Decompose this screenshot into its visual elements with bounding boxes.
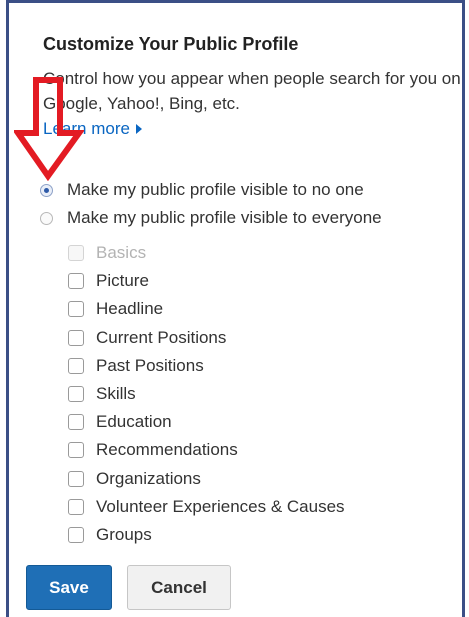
section-education[interactable]: Education	[68, 408, 345, 436]
section-recommendations[interactable]: Recommendations	[68, 436, 345, 464]
section-current-positions[interactable]: Current Positions	[68, 324, 345, 352]
section-label: Groups	[96, 524, 152, 544]
radio-everyone[interactable]	[40, 211, 53, 225]
checkbox-education[interactable]	[68, 414, 84, 431]
section-basics: Basics	[68, 239, 345, 267]
section-label: Volunteer Experiences & Causes	[96, 496, 345, 516]
checkbox-past-positions[interactable]	[68, 357, 84, 374]
checkbox-basics	[68, 245, 84, 262]
section-label: Headline	[96, 299, 164, 319]
checkbox-picture[interactable]	[68, 273, 84, 290]
section-label: Recommendations	[96, 440, 238, 460]
checkbox-volunteer-experiences[interactable]	[68, 498, 84, 515]
section-label: Skills	[96, 384, 136, 404]
visibility-option-everyone[interactable]: Make my public profile visible to everyo…	[40, 208, 382, 228]
save-button[interactable]: Save	[26, 565, 112, 610]
section-volunteer-experiences[interactable]: Volunteer Experiences & Causes	[68, 493, 345, 521]
radio-no-one[interactable]	[40, 183, 53, 197]
down-arrow-icon	[14, 77, 84, 181]
checkbox-groups[interactable]	[68, 526, 84, 543]
checkbox-recommendations[interactable]	[68, 442, 84, 459]
panel-description: Control how you appear when people searc…	[43, 69, 461, 113]
checkbox-skills[interactable]	[68, 386, 84, 403]
profile-sections-list: Basics Picture Headline Current Position…	[68, 239, 345, 549]
section-organizations[interactable]: Organizations	[68, 465, 345, 493]
panel-title: Customize Your Public Profile	[43, 34, 299, 54]
section-headline[interactable]: Headline	[68, 295, 345, 323]
section-label: Current Positions	[96, 327, 227, 347]
section-label: Basics	[96, 243, 147, 263]
section-picture[interactable]: Picture	[68, 267, 345, 295]
visibility-option-no-one[interactable]: Make my public profile visible to no one	[40, 180, 364, 200]
visibility-option-label: Make my public profile visible to everyo…	[67, 208, 382, 227]
section-label: Education	[96, 412, 172, 432]
section-label: Organizations	[96, 468, 201, 488]
cancel-button[interactable]: Cancel	[127, 565, 231, 610]
checkbox-organizations[interactable]	[68, 470, 84, 487]
section-past-positions[interactable]: Past Positions	[68, 352, 345, 380]
checkbox-current-positions[interactable]	[68, 329, 84, 346]
visibility-option-label: Make my public profile visible to no one	[67, 180, 364, 199]
section-skills[interactable]: Skills	[68, 380, 345, 408]
checkbox-headline[interactable]	[68, 301, 84, 318]
section-label: Past Positions	[96, 355, 204, 375]
section-label: Picture	[96, 271, 149, 291]
caret-right-icon	[135, 124, 142, 134]
section-groups[interactable]: Groups	[68, 521, 345, 549]
